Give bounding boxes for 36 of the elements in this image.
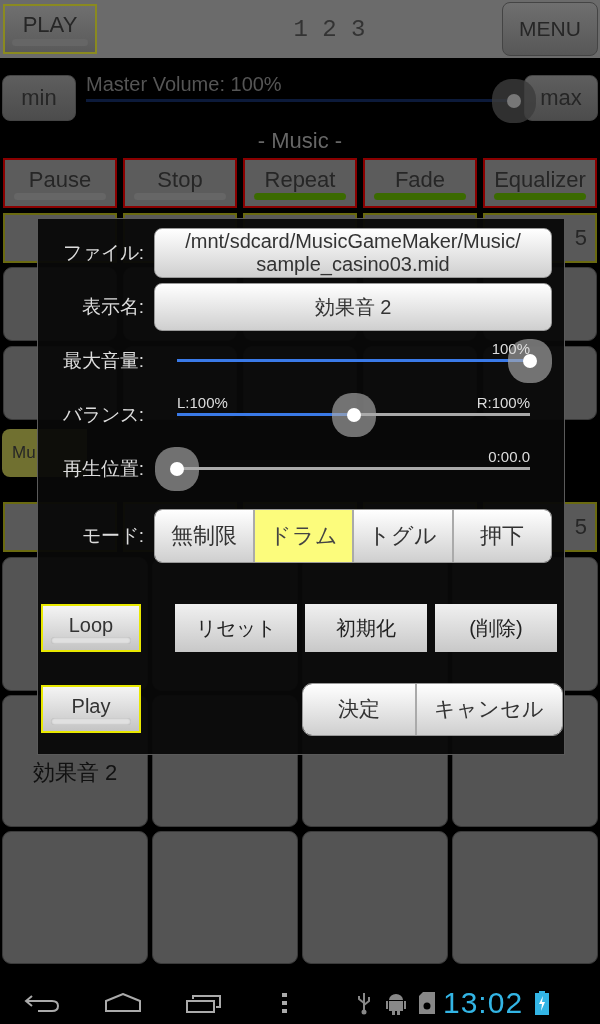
slider-label: Master Volume: 100% xyxy=(86,73,282,96)
mode-label: モード: xyxy=(80,524,144,548)
section-heading: - Music - xyxy=(257,128,343,153)
slider-label: 最大音量: xyxy=(61,349,144,373)
page-numbers: 1 2 3 xyxy=(293,15,366,43)
toggle-button[interactable]: Play xyxy=(41,685,141,733)
slider-label: バランス: xyxy=(61,403,144,427)
usb-icon xyxy=(356,990,372,1015)
slider-thumb[interactable] xyxy=(170,462,184,476)
slider-reading: R:100% xyxy=(476,394,530,411)
dialog-button[interactable]: 決定 xyxy=(303,683,417,735)
file-field[interactable]: /mnt/sdcard/MusicGameMaker/Music/ sample_casino03.mid xyxy=(154,228,552,278)
name-field[interactable]: 効果音 2 xyxy=(154,283,552,331)
sd-card-icon xyxy=(419,991,435,1014)
slider-label: 再生位置: xyxy=(61,457,144,481)
action-button[interactable]: 初期化 xyxy=(305,604,427,652)
action-button[interactable]: リセット xyxy=(175,604,297,652)
home-icon[interactable] xyxy=(104,992,142,1013)
field-label: ファイル: xyxy=(61,241,144,265)
field-label: 表示名: xyxy=(80,295,144,319)
recent-apps-icon[interactable] xyxy=(186,992,222,1013)
slider-thumb[interactable] xyxy=(523,354,537,368)
mode-option[interactable]: トグル xyxy=(354,510,454,562)
back-icon[interactable] xyxy=(24,992,60,1013)
slider-reading: L:100% xyxy=(177,394,228,411)
mode-option[interactable]: ドラム xyxy=(254,510,354,562)
slider-thumb[interactable] xyxy=(346,408,361,422)
overflow-menu-icon[interactable] xyxy=(282,992,288,1013)
mode-option[interactable]: 無制限 xyxy=(155,510,255,562)
action-button[interactable]: (削除) xyxy=(435,604,557,652)
dialog-button[interactable]: キャンセル xyxy=(416,683,562,735)
clock-time: 13:02 xyxy=(443,985,524,1020)
toggle-button[interactable]: Loop xyxy=(41,604,141,652)
battery-icon xyxy=(535,990,550,1015)
slider-reading: 0:00.0 xyxy=(488,448,530,465)
mode-option[interactable]: 押下 xyxy=(453,510,551,562)
